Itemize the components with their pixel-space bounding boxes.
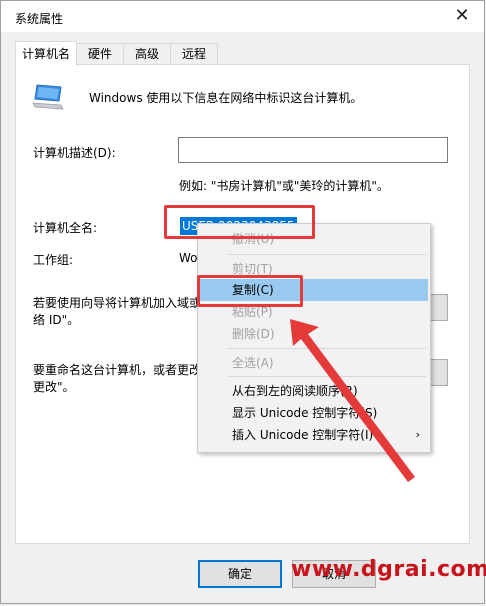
watermark-text: www.dgrai.com [291,557,486,582]
tab-hardware[interactable]: 硬件 [76,43,124,65]
network-id-text-line2: 络 ID"。 [33,313,80,327]
tab-remote[interactable]: 远程 [170,43,218,65]
context-menu: 撤消(U) 剪切(T) 复制(C) 粘贴(P) 删除(D) 全选(A) 从右到左… [197,223,431,453]
menu-item-show-unicode[interactable]: 显示 Unicode 控制字符(S) [200,402,428,424]
submenu-arrow-icon: › [415,428,420,441]
tab-advanced[interactable]: 高级 [123,43,171,65]
rename-text-line2: 更改"。 [33,380,75,394]
window-title: 系统属性 [15,12,64,26]
ok-button[interactable]: 确定 [198,560,282,588]
network-id-text-line1: 若要使用向导将计算机加入域或 [33,296,202,310]
system-properties-window: 系统属性 ✕ 计算机名 硬件 高级 远程 Windows 使用以下信息在网络中标… [0,0,486,604]
title-bar: 系统属性 ✕ [1,1,484,32]
close-icon[interactable]: ✕ [450,5,474,27]
workgroup-label: 工作组: [33,253,74,267]
menu-separator [228,254,426,255]
workgroup-value: Wo [179,251,198,265]
menu-separator [228,348,426,349]
fullname-label: 计算机全名: [33,221,98,235]
menu-separator [228,376,426,377]
example-text: 例如: "书房计算机"或"美玲的计算机"。 [179,179,389,193]
annotation-box-fullname [164,205,315,239]
menu-item-insert-unicode-label: 插入 Unicode 控制字符(I) [232,428,374,442]
annotation-box-copy [197,275,303,307]
menu-item-select-all[interactable]: 全选(A) [200,352,428,374]
intro-text: Windows 使用以下信息在网络中标识这台计算机。 [89,91,363,105]
menu-item-insert-unicode[interactable]: 插入 Unicode 控制字符(I) › [200,424,428,446]
tab-computer-name[interactable]: 计算机名 [15,41,77,66]
menu-item-rtl-reading[interactable]: 从右到左的阅读顺序(R) [200,380,428,402]
description-input[interactable] [178,137,448,163]
computer-icon [32,84,64,110]
menu-item-delete[interactable]: 删除(D) [200,323,428,345]
description-label: 计算机描述(D): [33,146,116,160]
rename-text-line1: 要重命名这台计算机，或者更改 [33,363,202,377]
